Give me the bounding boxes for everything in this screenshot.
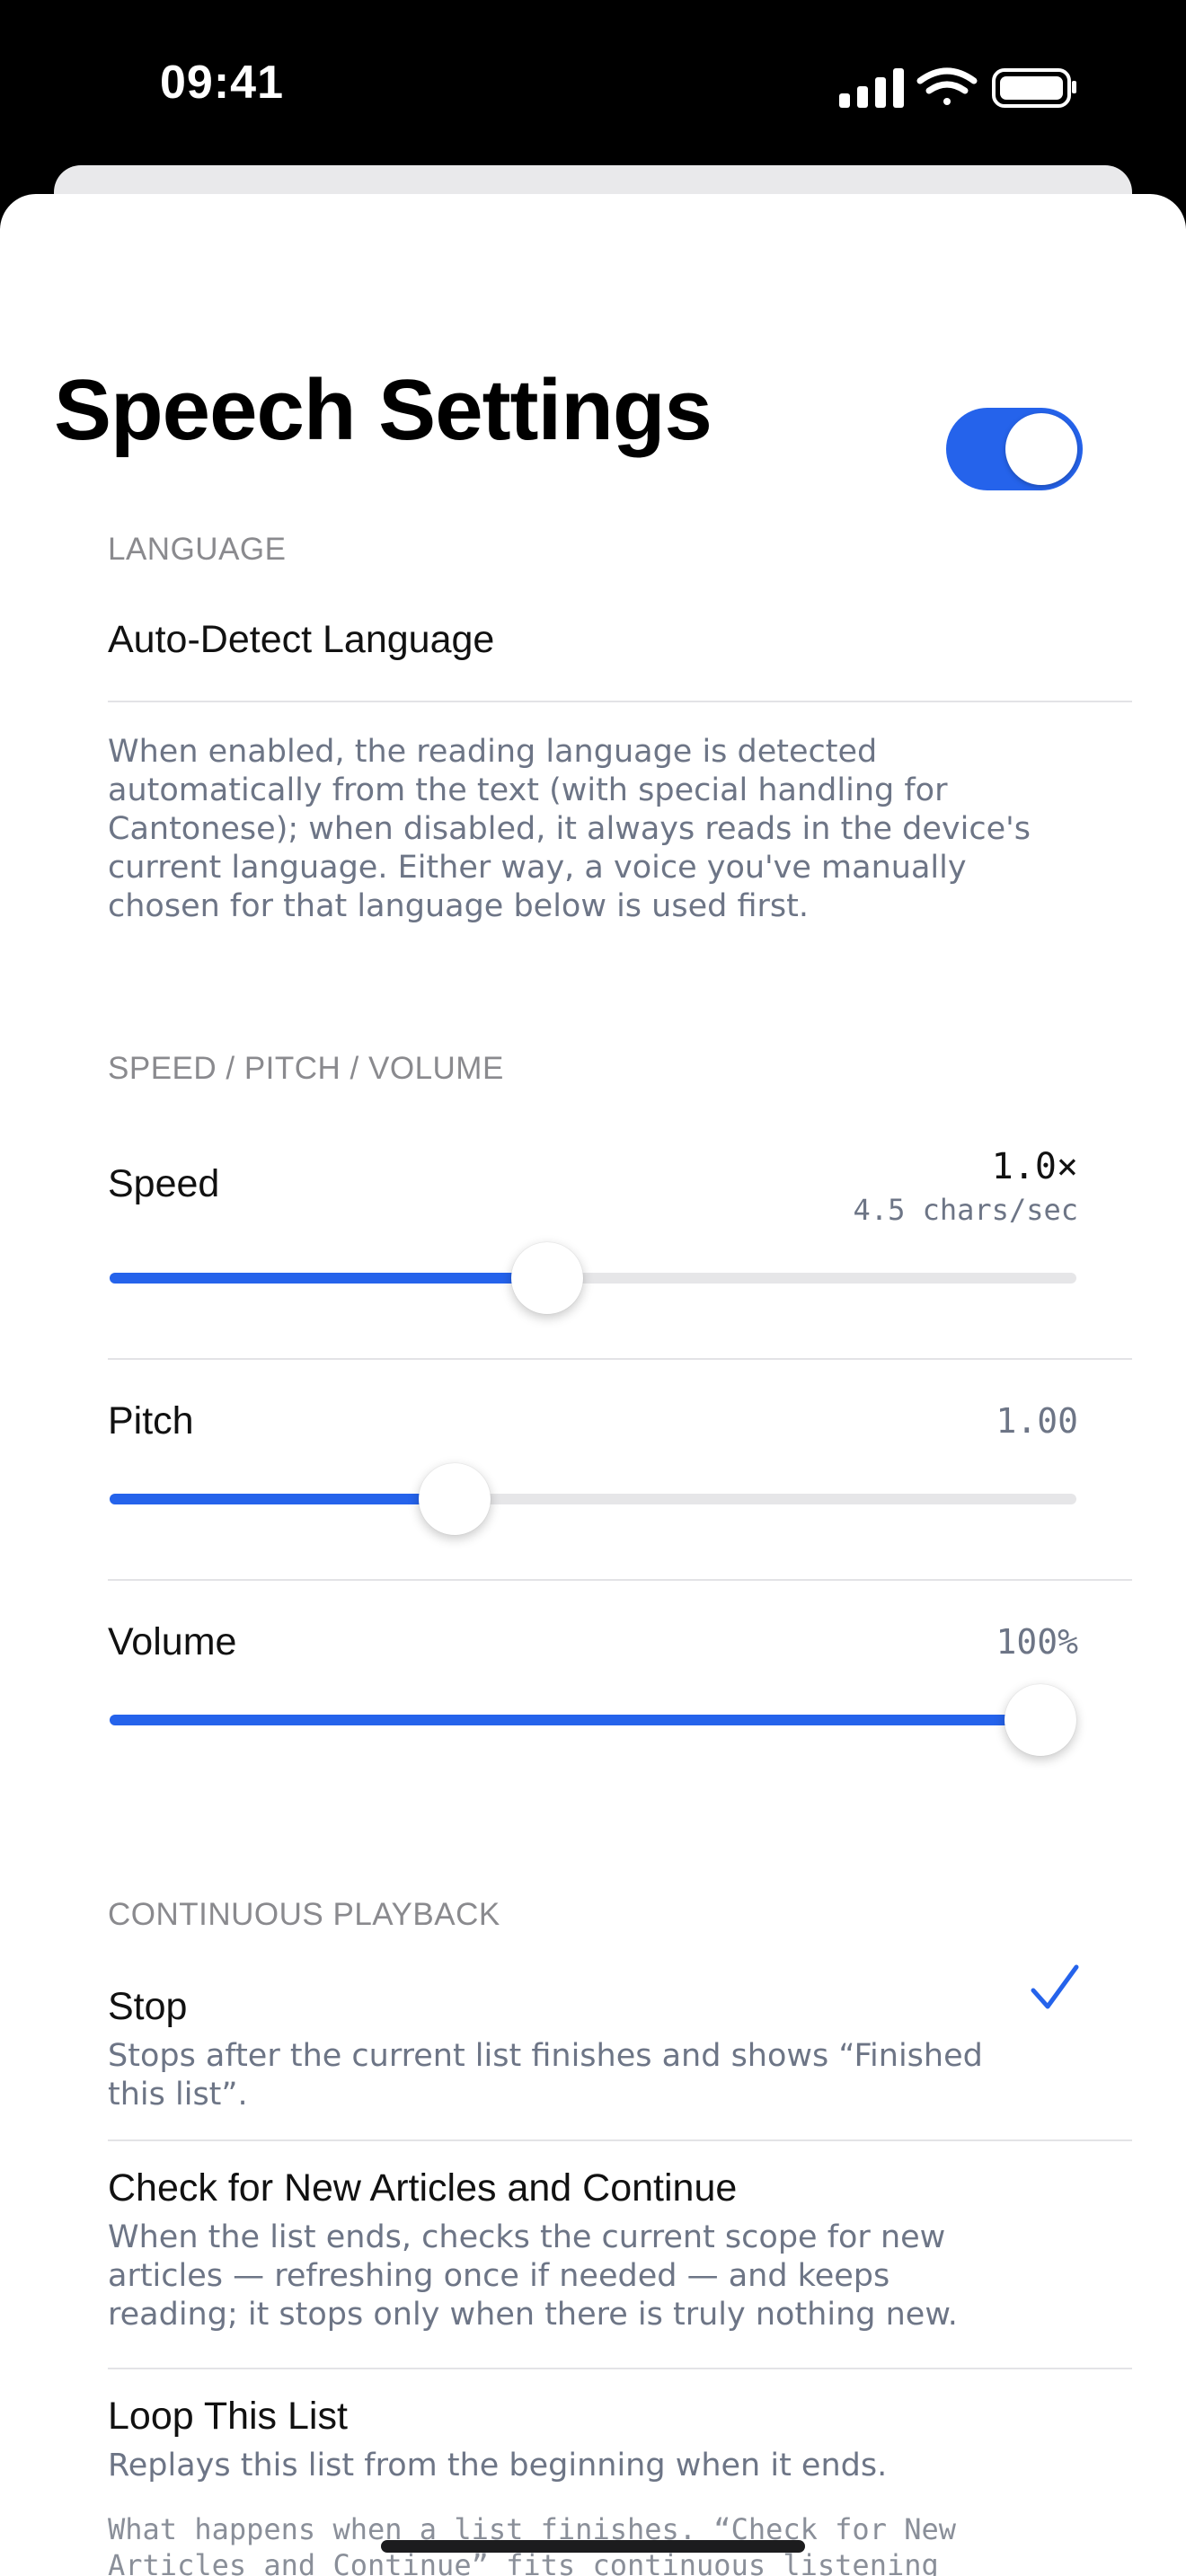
- divider: [108, 1579, 1132, 1581]
- status-icons: [839, 66, 1078, 108]
- language-footnote: When enabled, the reading language is de…: [108, 734, 1031, 924]
- wifi-icon: [916, 67, 978, 105]
- section-header-speed-pitch-volume: SPEED / PITCH / VOLUME: [108, 1051, 504, 1086]
- speed-label: Speed: [108, 1162, 220, 1205]
- divider: [108, 2368, 1132, 2369]
- slider-thumb[interactable]: [511, 1242, 584, 1314]
- volume-value: 100%: [996, 1622, 1078, 1662]
- section-header-language: LANGUAGE: [108, 532, 287, 567]
- option-description: Stops after the current list finishes an…: [108, 2038, 983, 2113]
- option-description: Replays this list from the beginning whe…: [108, 2448, 888, 2483]
- auto-detect-language-toggle[interactable]: [946, 408, 1083, 490]
- option-title: Loop This List: [108, 2395, 348, 2438]
- divider: [108, 2139, 1132, 2141]
- option-title: Stop: [108, 1985, 188, 2028]
- toggle-knob: [1005, 413, 1077, 485]
- auto-detect-language-label: Auto-Detect Language: [108, 618, 495, 661]
- slider-fill: [110, 1715, 1040, 1725]
- volume-slider[interactable]: [110, 1684, 1076, 1756]
- page-title: Speech Settings: [54, 362, 712, 458]
- divider: [108, 701, 1132, 702]
- pitch-label: Pitch: [108, 1399, 194, 1442]
- cellular-signal-icon: [839, 68, 904, 108]
- speed-chars-per-sec: 4.5 chars/sec: [853, 1193, 1078, 1227]
- pitch-value: 1.00: [996, 1401, 1078, 1441]
- status-time: 09:41: [160, 57, 284, 109]
- slider-thumb[interactable]: [418, 1463, 491, 1535]
- checkmark-icon: [1031, 1964, 1079, 2009]
- slider-fill: [110, 1494, 455, 1504]
- home-indicator: [381, 2540, 805, 2553]
- section-header-continuous-playback: CONTINUOUS PLAYBACK: [108, 1897, 500, 1932]
- speed-slider[interactable]: [110, 1242, 1076, 1314]
- divider: [108, 1358, 1132, 1360]
- option-check-new-articles[interactable]: Check for New Articles and Continue When…: [0, 2159, 1186, 2366]
- slider-fill: [110, 1273, 548, 1284]
- battery-icon: [992, 68, 1076, 108]
- option-description: When the list ends, checks the current s…: [108, 2219, 958, 2333]
- option-loop-list[interactable]: Loop This List Replays this list from th…: [0, 2386, 1186, 2484]
- pitch-slider[interactable]: [110, 1463, 1076, 1535]
- speed-value: 1.0×: [991, 1146, 1078, 1187]
- volume-label: Volume: [108, 1620, 237, 1663]
- settings-sheet: Speech Settings LANGUAGE Auto-Detect Lan…: [0, 194, 1186, 2576]
- slider-thumb[interactable]: [1005, 1684, 1076, 1756]
- option-title: Check for New Articles and Continue: [108, 2166, 738, 2210]
